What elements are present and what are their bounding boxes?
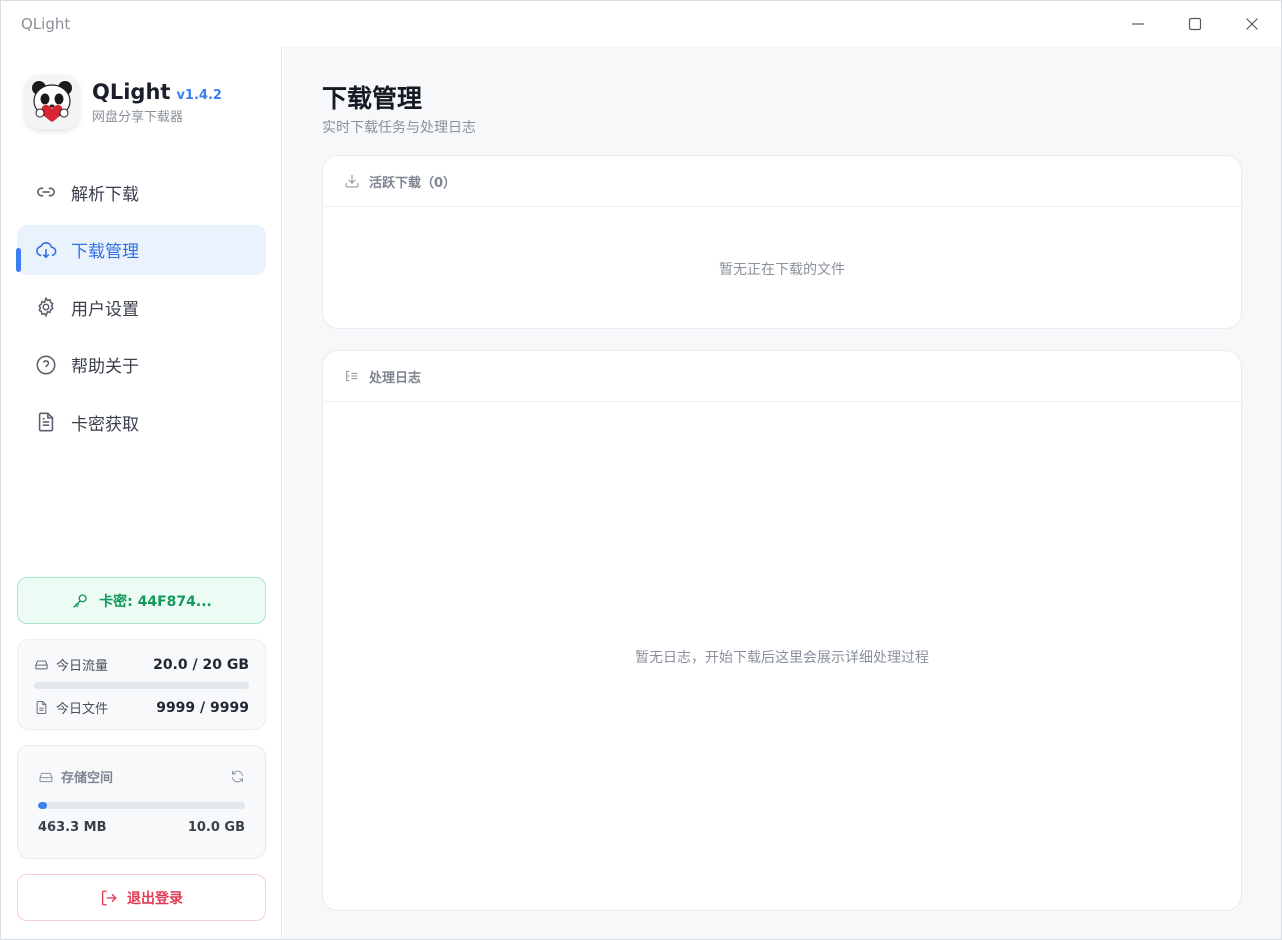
window-title: QLight: [21, 15, 71, 33]
minimize-button[interactable]: [1118, 9, 1158, 39]
cloud-download-icon: [36, 241, 57, 258]
sidebar: QLight v1.4.2 网盘分享下载器 解析下载 下载管理 用户设置 帮助关…: [1, 47, 282, 939]
app-version: v1.4.2: [176, 87, 222, 103]
storage-progress-bar: [38, 802, 245, 809]
sidebar-item-label: 帮助关于: [71, 357, 139, 377]
document-icon: [38, 412, 54, 432]
traffic-label: 今日流量: [56, 659, 109, 674]
files-row: 今日文件 9999 / 9999: [34, 698, 249, 717]
download-icon: [345, 175, 359, 188]
main-content: 下载管理 实时下载任务与处理日志 活跃下载（0） 暂无正在下载的文件 处理日志 …: [283, 47, 1281, 939]
traffic-progress-fill: [34, 682, 249, 689]
app-window: QLight QLight v1.4.2 网盘分享下载器 解析下载 下载管理 用…: [0, 0, 1282, 940]
hard-drive-icon: [35, 660, 48, 670]
panda-heart-logo: [25, 75, 79, 129]
title-bar: QLight: [1, 1, 1281, 47]
storage-title: 存储空间: [61, 771, 114, 786]
storage-card: 存储空间 463.3 MB 10.0 GB: [17, 745, 266, 859]
files-value: 9999 / 9999: [156, 699, 249, 716]
files-label: 今日文件: [56, 702, 109, 717]
hard-drive-icon: [39, 772, 53, 782]
process-log-empty: 暂无日志，开始下载后这里会展示详细处理过程: [635, 650, 929, 666]
gear-icon: [38, 296, 54, 318]
maximize-button[interactable]: [1175, 9, 1215, 39]
refresh-storage-button[interactable]: [230, 769, 245, 784]
logout-label: 退出登录: [127, 890, 183, 907]
close-icon: [1246, 18, 1258, 30]
traffic-row: 今日流量 20.0 / 20 GB: [34, 655, 249, 674]
sidebar-item-label: 下载管理: [71, 242, 139, 262]
active-downloads-title: 活跃下载（0）: [369, 175, 457, 191]
logout-icon: [101, 890, 117, 905]
sidebar-item-label: 卡密获取: [71, 414, 139, 435]
list-icon: [346, 370, 358, 382]
sidebar-item-download-manager[interactable]: 下载管理: [16, 224, 266, 275]
question-circle-icon: [36, 355, 56, 374]
storage-total: 10.0 GB: [187, 820, 245, 835]
logout-button[interactable]: 退出登录: [17, 874, 266, 921]
brand: QLight v1.4.2 网盘分享下载器: [25, 75, 222, 129]
app-name: QLight: [92, 79, 171, 104]
key-icon: [73, 593, 87, 608]
process-log-panel: 处理日志 暂无日志，开始下载后这里会展示详细处理过程: [322, 350, 1242, 911]
file-icon: [36, 701, 47, 714]
card-key-label: 卡密: 44F874...: [99, 593, 212, 610]
sidebar-item-help-about[interactable]: 帮助关于: [17, 340, 266, 390]
storage-used: 463.3 MB: [38, 820, 107, 835]
close-button[interactable]: [1232, 9, 1272, 39]
link-icon: [36, 187, 56, 197]
sidebar-item-user-settings[interactable]: 用户设置: [17, 282, 266, 332]
sidebar-nav: 解析下载 下载管理 用户设置 帮助关于 卡密获取: [16, 167, 266, 455]
storage-progress-fill: [38, 802, 48, 809]
active-downloads-empty: 暂无正在下载的文件: [719, 262, 845, 278]
app-subtitle: 网盘分享下载器: [92, 109, 184, 125]
process-log-title: 处理日志: [369, 370, 422, 386]
daily-quota-card: 今日流量 20.0 / 20 GB 今日文件 9999 / 9999: [17, 639, 266, 730]
traffic-value: 20.0 / 20 GB: [153, 656, 249, 673]
sidebar-item-label: 用户设置: [71, 299, 139, 320]
active-downloads-panel: 活跃下载（0） 暂无正在下载的文件: [322, 155, 1242, 329]
maximize-icon: [1188, 17, 1202, 31]
card-key-button[interactable]: 卡密: 44F874...: [17, 577, 266, 624]
traffic-progress-bar: [34, 682, 249, 689]
sidebar-item-parse-download[interactable]: 解析下载: [17, 167, 266, 217]
refresh-icon: [232, 770, 243, 783]
sidebar-item-label: 解析下载: [71, 184, 139, 205]
page-title: 下载管理: [322, 84, 423, 113]
minimize-icon: [1132, 23, 1144, 25]
sidebar-item-get-card-key[interactable]: 卡密获取: [17, 397, 266, 447]
page-subtitle: 实时下载任务与处理日志: [322, 120, 476, 136]
